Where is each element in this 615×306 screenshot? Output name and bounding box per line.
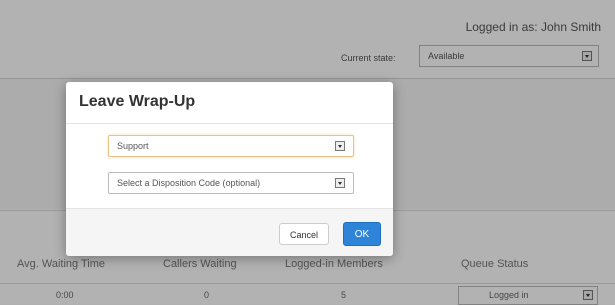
cancel-button[interactable]: Cancel	[279, 223, 329, 245]
dialog-title: Leave Wrap-Up	[79, 93, 196, 110]
dialog-footer: Cancel OK	[66, 208, 393, 256]
disposition-code-placeholder: Select a Disposition Code (optional)	[117, 178, 261, 188]
chevron-down-icon	[335, 178, 345, 188]
leave-wrap-up-dialog: Leave Wrap-Up Support Select a Dispositi…	[66, 82, 393, 256]
dialog-divider	[66, 123, 393, 124]
disposition-code-select[interactable]: Select a Disposition Code (optional)	[108, 172, 354, 194]
ok-button[interactable]: OK	[343, 222, 381, 246]
queue-select-value: Support	[117, 141, 149, 151]
chevron-down-icon	[335, 141, 345, 151]
queue-select[interactable]: Support	[108, 135, 354, 157]
